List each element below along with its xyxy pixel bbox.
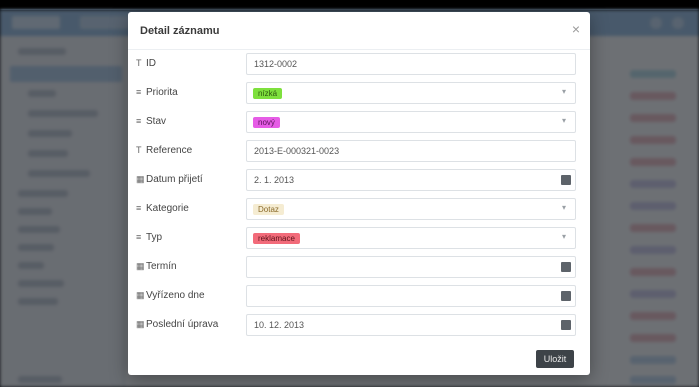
date-type-icon: ▦ <box>136 319 145 329</box>
record-detail-modal: Detail záznamu × T ID 1312-0002 ≡ Priorita… <box>128 12 590 375</box>
calendar-icon[interactable] <box>561 175 571 185</box>
field-row-id: T ID 1312-0002 <box>128 50 590 79</box>
field-label: ▦Termín <box>136 261 177 272</box>
field-row-received-date: ▦Datum přijetí 2. 1. 2013 <box>128 166 590 195</box>
field-row-resolved-date: ▦Vyřízeno dne <box>128 282 590 311</box>
priority-chip: nízká <box>253 88 283 99</box>
list-type-icon: ≡ <box>136 203 142 213</box>
category-chip: Dotaz <box>253 204 284 215</box>
field-label: ▦Datum přijetí <box>136 174 203 185</box>
type-chip: reklamace <box>253 233 300 244</box>
last-modified-date-input[interactable]: 10. 12. 2013 <box>246 314 576 336</box>
type-select[interactable]: reklamace ▾ <box>246 227 576 249</box>
text-type-icon: T <box>136 58 142 68</box>
category-select[interactable]: Dotaz ▾ <box>246 198 576 220</box>
id-input[interactable]: 1312-0002 <box>246 53 576 75</box>
field-value: 1312-0002 <box>254 59 298 69</box>
list-type-icon: ≡ <box>136 87 142 97</box>
priority-select[interactable]: nízká ▾ <box>246 82 576 104</box>
field-value: 2. 1. 2013 <box>254 175 295 185</box>
chevron-down-icon: ▾ <box>562 232 567 241</box>
save-button[interactable]: Uložit <box>536 350 574 368</box>
field-label: ≡ Typ <box>136 232 163 243</box>
field-row-last-modified: ▦Poslední úprava 10. 12. 2013 <box>128 311 590 340</box>
chevron-down-icon: ▾ <box>562 203 567 212</box>
modal-title: Detail záznamu <box>140 25 220 37</box>
list-type-icon: ≡ <box>136 116 142 126</box>
field-row-priority: ≡ Priorita nízká ▾ <box>128 79 590 108</box>
close-icon[interactable]: × <box>568 21 584 37</box>
field-label: T ID <box>136 58 156 69</box>
calendar-icon[interactable] <box>561 262 571 272</box>
field-row-reference: T Reference 2013-E-000321-0023 <box>128 137 590 166</box>
field-label: ≡ Priorita <box>136 87 178 98</box>
status-select[interactable]: nový ▾ <box>246 111 576 133</box>
date-type-icon: ▦ <box>136 261 145 271</box>
modal-header: Detail záznamu × <box>128 12 590 50</box>
date-type-icon: ▦ <box>136 174 145 184</box>
field-row-category: ≡ Kategorie Dotaz ▾ <box>128 195 590 224</box>
field-value: 2013-E-000321-0023 <box>254 146 340 156</box>
received-date-input[interactable]: 2. 1. 2013 <box>246 169 576 191</box>
reference-input[interactable]: 2013-E-000321-0023 <box>246 140 576 162</box>
resolved-date-input[interactable] <box>246 285 576 307</box>
deadline-date-input[interactable] <box>246 256 576 278</box>
field-label: ▦Vyřízeno dne <box>136 290 205 301</box>
field-row-status: ≡ Stav nový ▾ <box>128 108 590 137</box>
calendar-icon[interactable] <box>561 320 571 330</box>
field-row-deadline: ▦Termín <box>128 253 590 282</box>
calendar-icon[interactable] <box>561 291 571 301</box>
chevron-down-icon: ▾ <box>562 87 567 96</box>
field-row-type: ≡ Typ reklamace ▾ <box>128 224 590 253</box>
field-label: ≡ Kategorie <box>136 203 189 214</box>
chevron-down-icon: ▾ <box>562 116 567 125</box>
field-label: ▦Poslední úprava <box>136 319 219 330</box>
status-chip: nový <box>253 117 280 128</box>
list-type-icon: ≡ <box>136 232 142 242</box>
field-label: T Reference <box>136 145 193 156</box>
field-value: 10. 12. 2013 <box>254 320 305 330</box>
date-type-icon: ▦ <box>136 290 145 300</box>
field-label: ≡ Stav <box>136 116 167 127</box>
window-top-edge <box>0 0 699 10</box>
text-type-icon: T <box>136 145 142 155</box>
